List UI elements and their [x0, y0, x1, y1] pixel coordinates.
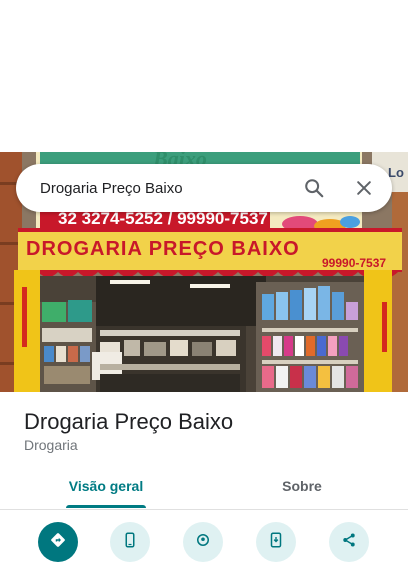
call-button[interactable] — [110, 522, 150, 562]
place-category[interactable]: Drogaria — [24, 437, 78, 453]
search-bar[interactable]: Drogaria Preço Baixo — [16, 164, 392, 212]
tab-bar: Visão geral Sobre — [0, 464, 408, 510]
directions-button[interactable] — [38, 522, 78, 562]
side-sign-text: Lo — [388, 165, 404, 180]
awning-phone-text: 99990-7537 — [322, 256, 386, 270]
send-to-phone-icon — [267, 531, 285, 554]
awning-sign-text: DROGARIA PREÇO BAIXO — [26, 238, 300, 260]
share-icon — [340, 531, 358, 554]
place-title: Drogaria Preço Baixo — [24, 409, 234, 434]
search-icon[interactable] — [296, 170, 332, 206]
directions-icon — [49, 531, 67, 554]
tab-selected-indicator — [66, 505, 146, 508]
tab-about[interactable]: Sobre — [236, 464, 368, 508]
close-icon[interactable] — [346, 170, 382, 206]
search-input[interactable]: Drogaria Preço Baixo — [40, 180, 296, 197]
map-blank-area — [0, 0, 408, 152]
nearby-icon — [194, 531, 212, 554]
share-button[interactable] — [329, 522, 369, 562]
phone-icon — [121, 531, 139, 554]
nearby-button[interactable] — [183, 522, 223, 562]
send-to-phone-button[interactable] — [256, 522, 296, 562]
tab-overview[interactable]: Visão geral — [40, 464, 172, 508]
